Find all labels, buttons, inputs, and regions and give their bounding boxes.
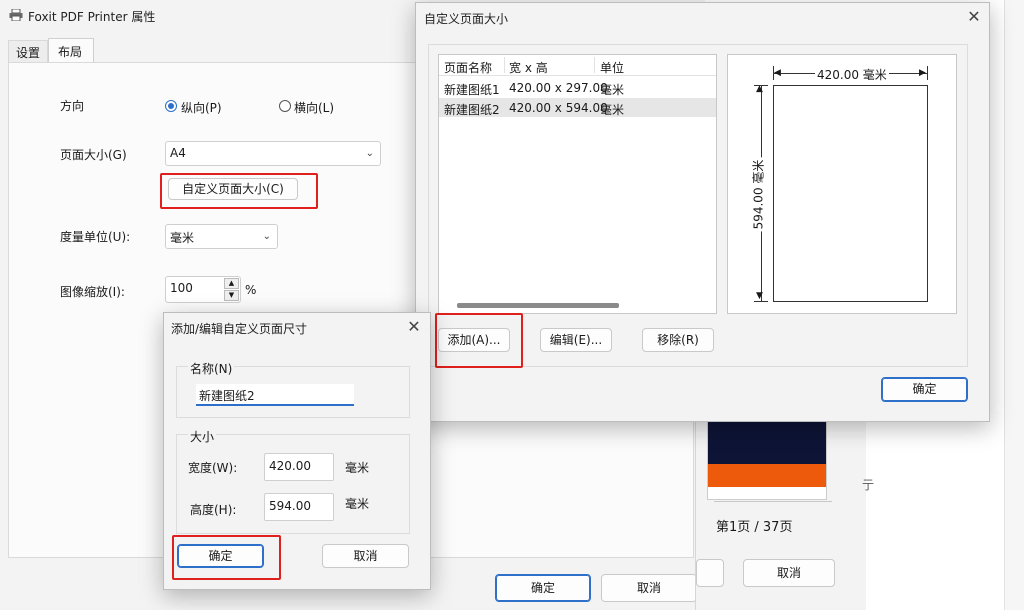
width-tick-right [927,66,928,80]
edit-button-label: 编辑(E)... [549,333,603,347]
printer-window-title: Foxit PDF Printer 属性 [28,10,156,24]
page-outline [773,85,928,302]
custom-ok-label: 确定 [912,382,937,396]
list-row[interactable]: 新建图纸1 420.00 x 297.00 毫米 [439,78,716,97]
unit-select[interactable]: 毫米 ⌄ [165,224,278,249]
unit-value: 毫米 [170,231,195,245]
printer-ok-label: 确定 [530,581,555,595]
name-input[interactable]: 新建图纸2 [196,384,354,406]
page-size-preview: ◀ ▶ 420.00 毫米 ▲ ▼ 594.00 毫米 [727,54,957,314]
remove-button[interactable]: 移除(R) [642,328,714,352]
preview-cancel-label: 取消 [776,566,801,580]
name-input-value: 新建图纸2 [199,389,255,403]
row-name: 新建图纸1 [444,83,500,97]
portrait-radio[interactable] [165,100,177,112]
edit-dialog-title: 添加/编辑自定义页面尺寸 [171,322,308,336]
name-group-label: 名称(N) [188,360,235,377]
printer-cancel-label: 取消 [636,581,661,595]
landscape-label[interactable]: 横向(L) [294,99,334,116]
highlight-custom-size [160,173,318,209]
row-size: 420.00 x 297.00 [509,81,608,95]
arrow-right-icon: ▶ [919,68,926,78]
printer-cancel-button[interactable]: 取消 [601,574,697,602]
printer-icon [9,8,23,22]
preview-partial-button[interactable] [696,559,724,587]
page-indicator: 第1页 / 37页 [716,520,793,535]
list-row-selected[interactable]: 新建图纸2 420.00 x 594.00 毫米 [439,98,716,117]
right-edge-scrollbar[interactable] [1004,0,1024,610]
preview-side-text: 亍 [862,478,875,492]
width-dimension-text: 420.00 毫米 [815,66,889,83]
arrow-up-icon: ▲ [756,84,763,94]
portrait-label[interactable]: 纵向(P) [181,99,222,116]
width-input-value: 420.00 [269,459,311,473]
edit-cancel-label: 取消 [353,549,378,563]
column-header-name[interactable]: 页面名称 [444,59,492,76]
custom-dialog-title: 自定义页面大小 [424,12,509,26]
custom-page-size-dialog: 自定义页面大小 ✕ 页面名称 宽 x 高 单位 新建图纸1 420.00 x 2… [415,2,990,422]
edit-page-size-dialog: 添加/编辑自定义页面尺寸 ✕ 名称(N) 新建图纸2 大小 宽度(W): 420… [163,312,431,590]
edit-button[interactable]: 编辑(E)... [540,328,612,352]
highlight-add-button [435,313,523,368]
printer-ok-button[interactable]: 确定 [495,574,591,602]
edit-cancel-button[interactable]: 取消 [322,544,409,568]
preview-divider [714,501,832,502]
arrow-left-icon: ◀ [774,68,781,78]
preview-orange-band [708,464,826,487]
horizontal-scrollbar[interactable] [457,303,619,308]
tab-settings-label: 设置 [16,46,41,60]
width-label: 宽度(W): [188,461,238,475]
scale-unit: % [245,283,257,297]
tab-settings[interactable]: 设置 [8,40,48,62]
close-icon[interactable]: ✕ [966,9,982,25]
height-label: 高度(H): [190,503,237,517]
preview-navy-band [708,419,826,464]
height-tick-bottom [754,301,768,302]
page-size-value: A4 [170,146,186,160]
page-size-label: 页面大小(G) [60,148,127,162]
row-name: 新建图纸2 [444,103,500,117]
column-separator [504,57,505,73]
width-unit: 毫米 [345,461,370,475]
orientation-label: 方向 [60,99,85,113]
height-dimension-text: 594.00 毫米 [749,157,767,232]
height-input[interactable]: 594.00 [264,493,334,521]
chevron-down-icon: ⌄ [262,231,271,242]
width-input[interactable]: 420.00 [264,453,334,481]
list-header: 页面名称 宽 x 高 单位 [439,55,716,76]
close-icon[interactable]: ✕ [406,319,422,335]
spin-down-icon[interactable]: ▼ [224,290,239,301]
tab-layout[interactable]: 布局 [48,38,94,63]
height-input-value: 594.00 [269,499,311,513]
page-size-select[interactable]: A4 ⌄ [165,141,381,166]
chevron-down-icon: ⌄ [365,148,374,159]
arrow-down-icon: ▼ [756,291,763,301]
size-group-label: 大小 [188,428,217,445]
scale-label: 图像缩放(I): [60,285,125,299]
spin-up-icon[interactable]: ▲ [224,278,239,289]
preview-window: 第1页 / 37页 取消 [695,410,866,610]
row-size: 420.00 x 594.00 [509,101,608,115]
preview-page-thumbnail [707,418,827,500]
scale-input[interactable]: 100 ▲ ▼ [165,276,241,303]
highlight-edit-ok [172,535,281,580]
tab-layout-label: 布局 [58,45,83,59]
remove-button-label: 移除(R) [657,333,699,347]
scale-value: 100 [170,281,193,295]
column-header-unit[interactable]: 单位 [600,59,624,76]
landscape-radio[interactable] [279,100,291,112]
column-header-size[interactable]: 宽 x 高 [509,59,548,76]
height-unit: 毫米 [345,497,370,511]
page-list[interactable]: 页面名称 宽 x 高 单位 新建图纸1 420.00 x 297.00 毫米 新… [438,54,717,314]
column-separator [594,57,595,73]
row-unit: 毫米 [600,103,625,117]
unit-label: 度量单位(U): [60,230,131,244]
custom-ok-button[interactable]: 确定 [881,377,968,402]
preview-cancel-button[interactable]: 取消 [743,559,835,587]
row-unit: 毫米 [600,83,625,97]
